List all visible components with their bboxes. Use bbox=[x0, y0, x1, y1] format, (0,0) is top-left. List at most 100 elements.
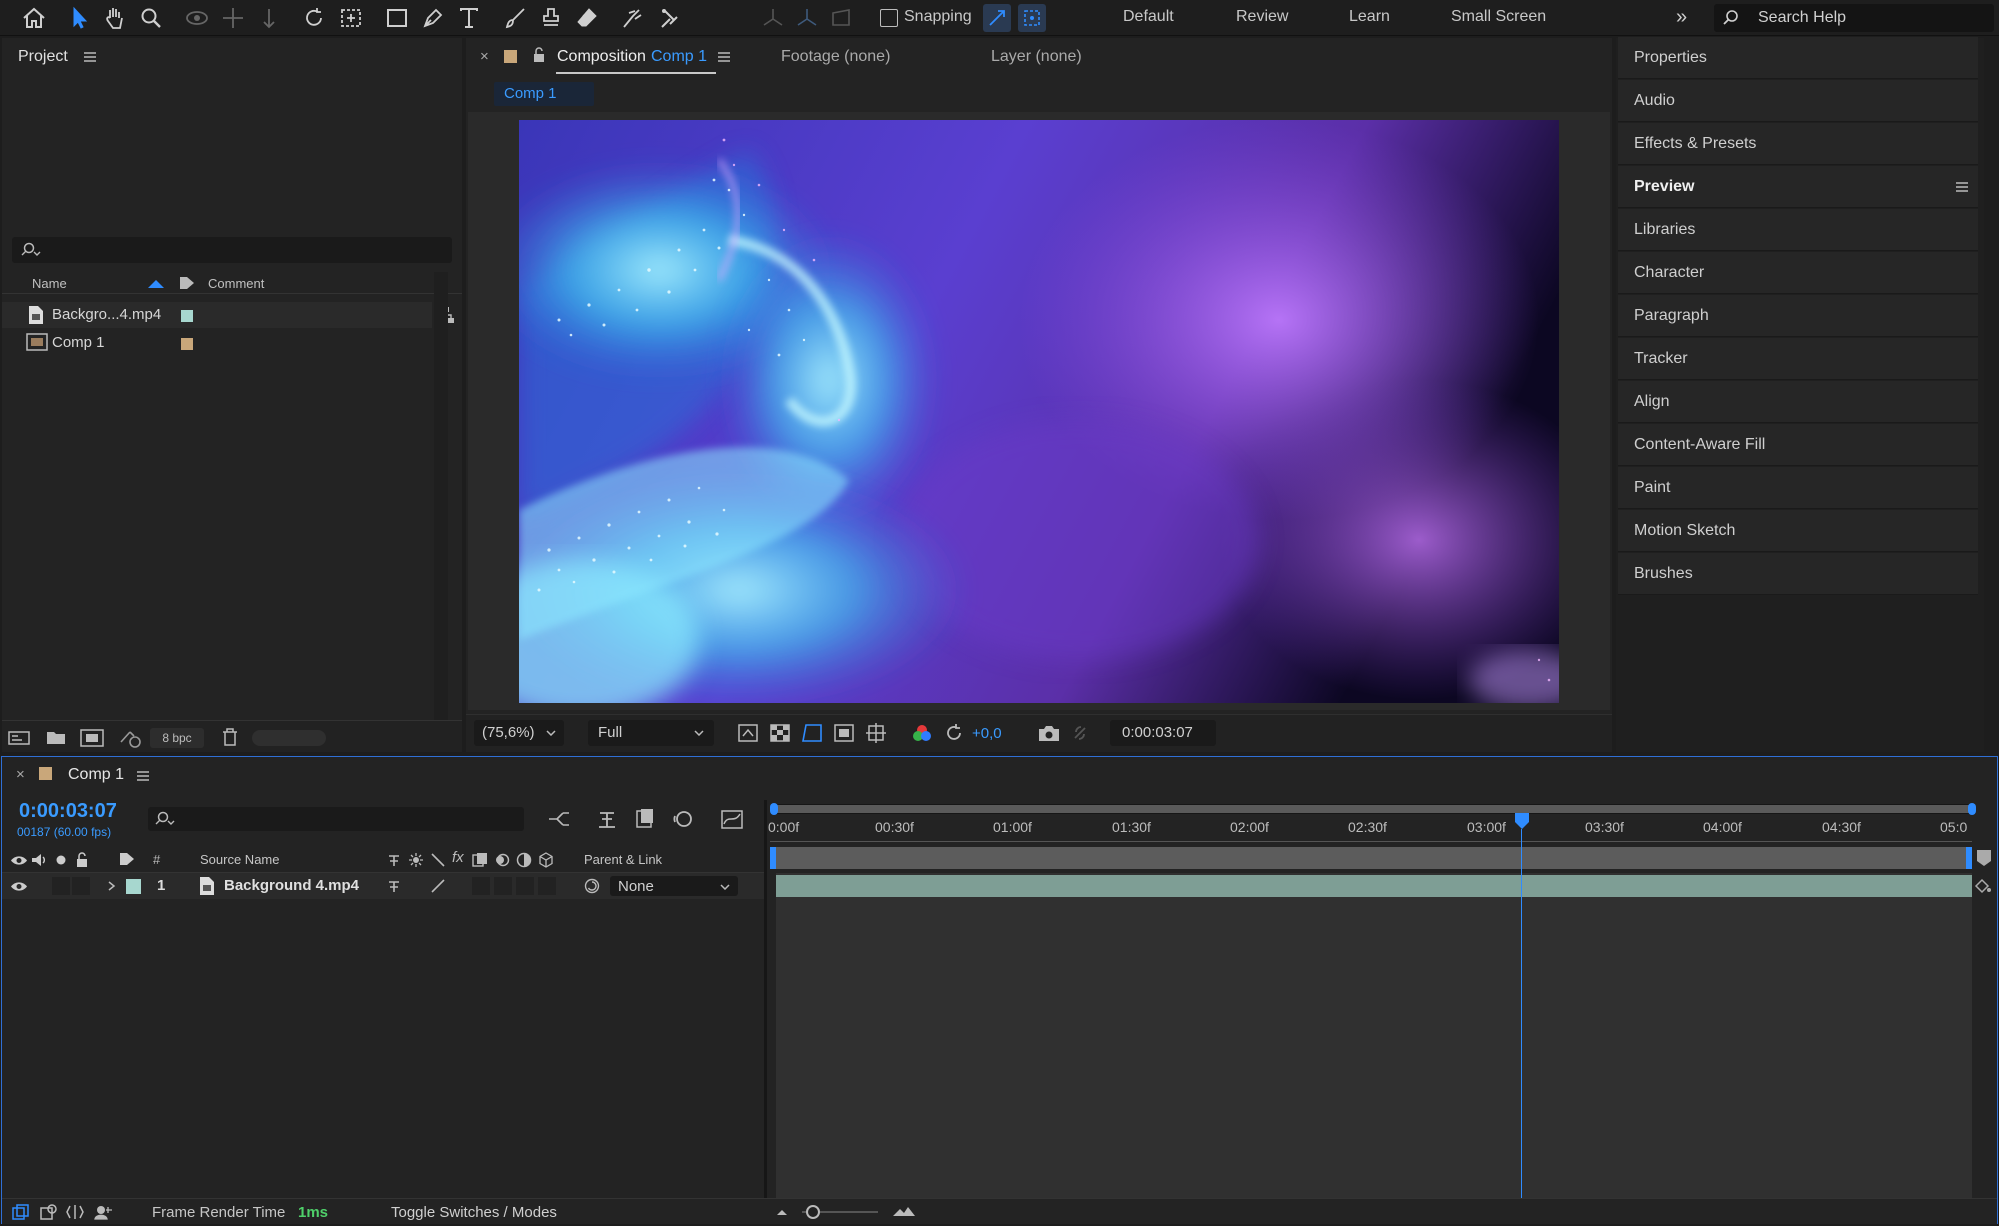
workspace-learn[interactable]: Learn bbox=[1349, 8, 1390, 26]
snap-edges-icon[interactable] bbox=[983, 4, 1011, 32]
new-folder-icon[interactable] bbox=[46, 729, 66, 745]
layer-tab[interactable]: Layer (none) bbox=[991, 48, 1082, 66]
comp-end-handle[interactable] bbox=[1966, 847, 1972, 869]
zoom-tool-icon[interactable] bbox=[135, 2, 167, 34]
snap-features-icon[interactable] bbox=[1018, 4, 1046, 32]
3d-layer-switch-icon[interactable] bbox=[538, 852, 554, 868]
viewer-menu-icon[interactable] bbox=[718, 52, 730, 62]
layer-keyframe-navigator-icon[interactable] bbox=[1974, 878, 1992, 894]
column-name[interactable]: Name bbox=[32, 276, 67, 291]
layer-visibility-eye-icon[interactable] bbox=[10, 881, 28, 892]
graph-editor-icon[interactable] bbox=[720, 808, 744, 830]
new-composition-icon[interactable] bbox=[80, 729, 104, 747]
panel-align[interactable]: Align bbox=[1618, 381, 1978, 423]
work-area-bar[interactable] bbox=[770, 803, 1976, 815]
region-of-interest-icon[interactable] bbox=[834, 724, 854, 742]
panel-brushes[interactable]: Brushes bbox=[1618, 553, 1978, 595]
more-workspaces-icon[interactable]: » bbox=[1676, 6, 1687, 29]
panel-effects-presets[interactable]: Effects & Presets bbox=[1618, 123, 1978, 165]
roto-brush-tool-icon[interactable] bbox=[617, 2, 649, 34]
pan-behind-tool-icon[interactable] bbox=[335, 2, 367, 34]
zoom-in-icon[interactable] bbox=[892, 1205, 916, 1217]
bit-depth-button[interactable]: 8 bpc bbox=[150, 728, 204, 748]
world-axis-icon[interactable] bbox=[791, 2, 823, 34]
timeline-menu-icon[interactable] bbox=[137, 771, 149, 781]
layer-lock-switch[interactable] bbox=[72, 877, 90, 895]
eraser-tool-icon[interactable] bbox=[571, 2, 603, 34]
audio-speaker-icon[interactable] bbox=[31, 853, 47, 867]
composition-frame[interactable] bbox=[519, 120, 1559, 703]
project-search-input[interactable] bbox=[12, 237, 452, 263]
rectangle-tool-icon[interactable] bbox=[381, 2, 413, 34]
project-item-row[interactable]: Comp 1 bbox=[2, 329, 432, 355]
layer-switch-cell[interactable] bbox=[472, 877, 490, 895]
layer-switch-cell[interactable] bbox=[494, 877, 512, 895]
timeline-search-input[interactable] bbox=[148, 807, 524, 831]
comp-start-handle[interactable] bbox=[770, 847, 776, 869]
pick-whip-icon[interactable] bbox=[584, 878, 600, 894]
label-swatch[interactable] bbox=[181, 310, 193, 322]
project-settings-icon[interactable] bbox=[118, 728, 142, 748]
panel-preview[interactable]: Preview bbox=[1618, 166, 1978, 208]
zoom-out-icon[interactable] bbox=[776, 1208, 788, 1216]
column-comment[interactable]: Comment bbox=[208, 276, 264, 291]
local-axis-icon[interactable] bbox=[757, 2, 789, 34]
layer-shy-switch-icon[interactable] bbox=[386, 878, 402, 894]
close-tab-icon[interactable]: × bbox=[480, 48, 489, 65]
panel-motion-sketch[interactable]: Motion Sketch bbox=[1618, 510, 1978, 552]
exposure-value[interactable]: +0,0 bbox=[972, 725, 1002, 742]
toggle-switches-modes-button[interactable]: Toggle Switches / Modes bbox=[391, 1204, 557, 1221]
layer-label-swatch[interactable] bbox=[126, 879, 141, 894]
project-scrollbar[interactable] bbox=[434, 272, 448, 750]
comp-mini-flowchart-icon[interactable] bbox=[547, 809, 571, 829]
orbit-tool-icon[interactable] bbox=[181, 2, 213, 34]
solo-dot-icon[interactable] bbox=[56, 855, 66, 865]
rotate-tool-icon[interactable] bbox=[298, 2, 330, 34]
panel-character[interactable]: Character bbox=[1618, 252, 1978, 294]
layer-duration-bar[interactable] bbox=[776, 875, 1972, 897]
render-time-icon[interactable] bbox=[94, 1204, 114, 1220]
layer-row[interactable]: 1 Background 4.mp4 None bbox=[2, 873, 764, 899]
panel-content-aware-fill[interactable]: Content-Aware Fill bbox=[1618, 424, 1978, 466]
sort-ascending-icon[interactable] bbox=[148, 280, 164, 288]
lock-icon[interactable] bbox=[532, 47, 546, 63]
brush-tool-icon[interactable] bbox=[499, 2, 531, 34]
column-parent-link[interactable]: Parent & Link bbox=[584, 852, 662, 867]
label-tag-icon[interactable] bbox=[118, 851, 136, 867]
lock-icon[interactable] bbox=[75, 852, 89, 868]
render-layers-icon[interactable] bbox=[12, 1204, 30, 1220]
magnification-dropdown[interactable]: (75,6%) bbox=[474, 720, 564, 746]
label-tag-icon[interactable] bbox=[178, 275, 196, 291]
frame-blending-icon[interactable] bbox=[634, 808, 656, 830]
playhead-handle-icon[interactable] bbox=[1514, 812, 1530, 830]
timeline-tab-title[interactable]: Comp 1 bbox=[68, 766, 124, 784]
resolution-dropdown[interactable]: Full bbox=[588, 720, 714, 746]
viewer-timecode-field[interactable]: 0:00:03:07 bbox=[1110, 720, 1216, 746]
type-tool-icon[interactable] bbox=[453, 2, 485, 34]
comp-work-area-row[interactable] bbox=[770, 847, 1972, 869]
puppet-tool-icon[interactable] bbox=[653, 2, 685, 34]
workspace-review[interactable]: Review bbox=[1236, 8, 1288, 26]
reset-exposure-icon[interactable] bbox=[944, 723, 964, 743]
panel-audio[interactable]: Audio bbox=[1618, 80, 1978, 122]
in-out-columns-icon[interactable] bbox=[66, 1204, 84, 1220]
layer-switch-cell[interactable] bbox=[516, 877, 534, 895]
work-area-range[interactable] bbox=[772, 805, 1974, 813]
composition-tab-label[interactable]: Composition bbox=[557, 48, 646, 66]
panel-paint[interactable]: Paint bbox=[1618, 467, 1978, 509]
shy-switch-icon[interactable] bbox=[386, 852, 402, 868]
hand-tool-icon[interactable] bbox=[99, 2, 131, 34]
layer-solo-switch[interactable] bbox=[52, 877, 70, 895]
panel-libraries[interactable]: Libraries bbox=[1618, 209, 1978, 251]
work-area-end-handle[interactable] bbox=[1968, 803, 1976, 815]
preview-menu-icon[interactable] bbox=[1956, 182, 1968, 192]
pen-tool-icon[interactable] bbox=[417, 2, 449, 34]
draft-3d-icon[interactable] bbox=[596, 809, 618, 829]
panel-paragraph[interactable]: Paragraph bbox=[1618, 295, 1978, 337]
motion-blur-switch-icon[interactable] bbox=[494, 852, 510, 868]
work-area-start-handle[interactable] bbox=[770, 803, 778, 815]
selection-tool-icon[interactable] bbox=[64, 2, 96, 34]
dolly-tool-icon[interactable] bbox=[253, 2, 285, 34]
footage-tab[interactable]: Footage (none) bbox=[781, 48, 890, 66]
comp-subtab[interactable]: Comp 1 bbox=[494, 82, 594, 106]
